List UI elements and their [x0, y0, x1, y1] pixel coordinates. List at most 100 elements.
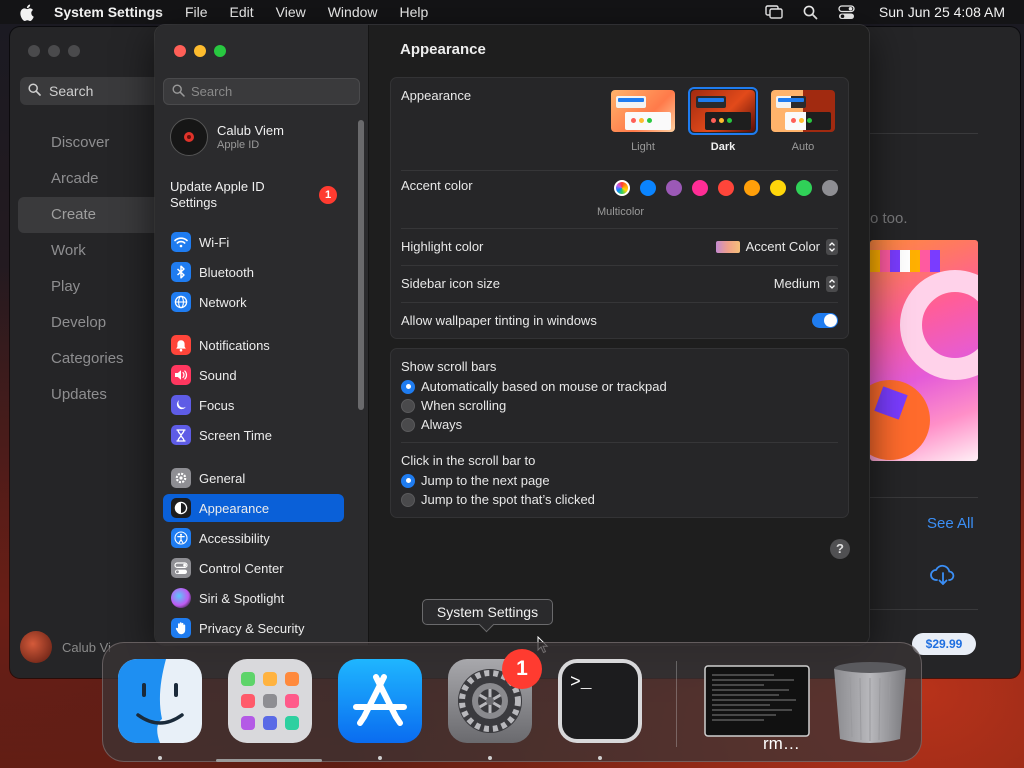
radio-label: Jump to the spot that’s clicked	[421, 492, 595, 507]
store-nav-develop[interactable]: Develop	[18, 305, 168, 341]
click-scroll-option-spot[interactable]: Jump to the spot that’s clicked	[391, 490, 848, 509]
featured-artwork[interactable]	[870, 240, 978, 461]
menu-view[interactable]: View	[276, 4, 306, 20]
gear-icon	[171, 468, 191, 488]
sidebar-item-bluetooth[interactable]: Bluetooth	[163, 258, 344, 286]
minimized-terminal-window[interactable]	[704, 665, 810, 737]
appearance-option-dark[interactable]: Dark	[688, 87, 758, 153]
sidebar-item-accessibility[interactable]: Accessibility	[163, 524, 344, 552]
wallpaper-tinting-label: Allow wallpaper tinting in windows	[401, 313, 597, 328]
menu-edit[interactable]: Edit	[230, 4, 254, 20]
store-nav-play[interactable]: Play	[18, 269, 168, 305]
menu-window[interactable]: Window	[328, 4, 378, 20]
accent-swatch-green[interactable]	[796, 180, 812, 196]
sidebar-item-label: Accessibility	[199, 530, 270, 546]
menubar-clock[interactable]: Sun Jun 25 4:08 AM	[879, 4, 1005, 20]
sidebar-item-siri-spotlight[interactable]: Siri & Spotlight	[163, 584, 344, 612]
sidebar-item-focus[interactable]: Focus	[163, 391, 344, 419]
accent-swatch-multicolor[interactable]	[614, 180, 630, 196]
launchpad-icon[interactable]	[226, 657, 314, 745]
wallpaper-tinting-toggle[interactable]	[812, 313, 838, 328]
minimize-button[interactable]	[48, 45, 60, 57]
control-center-icon[interactable]	[838, 4, 855, 20]
dark-theme-thumbnail[interactable]	[688, 87, 758, 135]
trash-icon[interactable]	[826, 657, 914, 745]
radio-button[interactable]	[401, 492, 415, 507]
store-nav-discover[interactable]: Discover	[18, 125, 168, 161]
store-nav-work[interactable]: Work	[18, 233, 168, 269]
appearance-option-auto[interactable]: Auto	[768, 87, 838, 153]
search-input[interactable]	[191, 84, 351, 99]
settings-search-field[interactable]	[163, 78, 360, 105]
auto-theme-thumbnail[interactable]	[768, 87, 838, 135]
store-nav-arcade[interactable]: Arcade	[18, 161, 168, 197]
highlight-color-swatch	[715, 240, 740, 253]
menu-help[interactable]: Help	[400, 4, 429, 20]
store-search-field[interactable]: Search	[20, 77, 170, 105]
finder-icon[interactable]	[116, 657, 204, 745]
store-account[interactable]: Calub Vi	[20, 631, 111, 663]
zoom-button[interactable]	[214, 45, 226, 57]
spotlight-search-icon[interactable]	[803, 5, 818, 20]
radio-label: When scrolling	[421, 398, 507, 413]
update-apple-id-item[interactable]: Update Apple ID Settings 1	[170, 179, 340, 211]
radio-button[interactable]	[401, 417, 415, 432]
appearance-option-light[interactable]: Light	[608, 87, 678, 153]
menu-app-name[interactable]: System Settings	[54, 4, 163, 20]
minimize-button[interactable]	[194, 45, 206, 57]
sidebar-scrollbar[interactable]	[358, 120, 364, 410]
click-scroll-option-next-page[interactable]: Jump to the next page	[391, 471, 848, 490]
menu-bar: System Settings File Edit View Window He…	[0, 0, 1024, 24]
screen-mirroring-icon[interactable]	[765, 5, 783, 19]
app-store-icon[interactable]	[336, 657, 424, 745]
price-button[interactable]: $29.99	[912, 633, 976, 655]
terminal-icon[interactable]: >_	[556, 657, 644, 745]
sidebar-icon-size-label: Sidebar icon size	[401, 276, 500, 291]
store-nav-categories[interactable]: Categories	[18, 341, 168, 377]
highlight-color-popup[interactable]: Accent Color	[715, 238, 838, 255]
sidebar-item-appearance[interactable]: Appearance	[163, 494, 344, 522]
light-theme-thumbnail[interactable]	[608, 87, 678, 135]
sidebar-item-label: Sound	[199, 367, 237, 383]
accent-swatch-red[interactable]	[718, 180, 734, 196]
scroll-bars-option-always[interactable]: Always	[391, 415, 848, 434]
sidebar-item-notifications[interactable]: Notifications	[163, 331, 344, 359]
accent-swatch-pink[interactable]	[692, 180, 708, 196]
click-scroll-bar-label: Click in the scroll bar to	[401, 453, 536, 468]
see-all-link[interactable]: See All	[927, 515, 974, 532]
accent-swatch-yellow[interactable]	[770, 180, 786, 196]
sidebar-item-general[interactable]: General	[163, 464, 344, 492]
store-search-label: Search	[49, 83, 94, 99]
menu-file[interactable]: File	[185, 4, 208, 20]
close-button[interactable]	[174, 45, 186, 57]
radio-label: Jump to the next page	[421, 473, 550, 488]
accent-swatch-graphite[interactable]	[822, 180, 838, 196]
sidebar-item-network[interactable]: Network	[163, 288, 344, 316]
close-button[interactable]	[28, 45, 40, 57]
sidebar-item-control-center[interactable]: Control Center	[163, 554, 344, 582]
update-apple-id-label: Update Apple ID Settings	[170, 179, 265, 210]
accent-swatch-blue[interactable]	[640, 180, 656, 196]
radio-button[interactable]	[401, 473, 415, 488]
accent-swatch-orange[interactable]	[744, 180, 760, 196]
sidebar-item-screen-time[interactable]: Screen Time	[163, 421, 344, 449]
scroll-bars-option-when-scrolling[interactable]: When scrolling	[391, 396, 848, 415]
sidebar-item-privacy-security[interactable]: Privacy & Security	[163, 614, 344, 642]
sidebar-item-wifi[interactable]: Wi-Fi	[163, 228, 344, 256]
store-nav-create[interactable]: Create	[18, 197, 168, 233]
sidebar-icon-size-popup[interactable]: Medium	[774, 275, 838, 292]
running-indicator	[378, 756, 382, 760]
dock-separator	[676, 661, 677, 747]
help-button[interactable]: ?	[830, 539, 850, 559]
accent-swatch-purple[interactable]	[666, 180, 682, 196]
zoom-button[interactable]	[68, 45, 80, 57]
radio-button[interactable]	[401, 379, 415, 394]
scroll-bars-option-auto[interactable]: Automatically based on mouse or trackpad	[391, 377, 848, 396]
apple-logo-icon[interactable]	[19, 3, 35, 21]
sidebar-item-sound[interactable]: Sound	[163, 361, 344, 389]
store-nav-updates[interactable]: Updates	[18, 377, 168, 413]
cloud-download-icon[interactable]	[930, 564, 956, 591]
apple-id-account[interactable]: Calub Viem Apple ID	[170, 118, 284, 156]
store-sidebar-nav: Discover Arcade Create Work Play Develop…	[18, 125, 168, 413]
radio-button[interactable]	[401, 398, 415, 413]
